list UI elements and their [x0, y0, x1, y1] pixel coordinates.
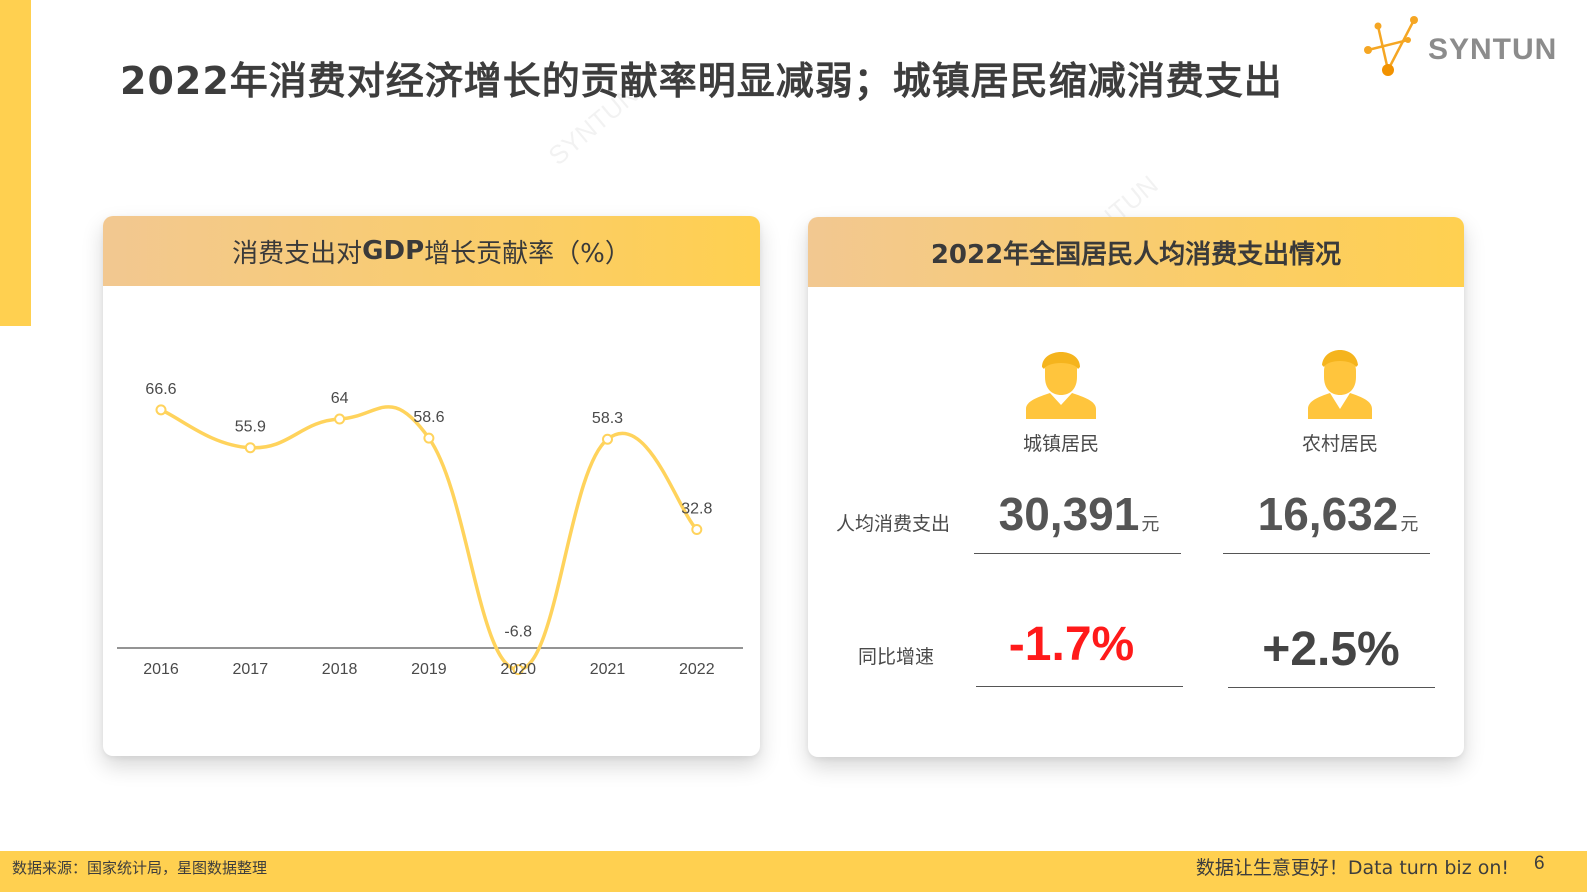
x-tick-label: 2016 — [143, 661, 179, 678]
rural-spending-underline — [1223, 553, 1430, 554]
rural-spending-value: 16,632 元 — [1233, 487, 1443, 541]
data-label: -6.8 — [504, 624, 532, 641]
data-point — [602, 433, 613, 445]
x-tick-label: 2021 — [590, 661, 626, 678]
data-label: 55.9 — [235, 419, 266, 436]
panel-header: 消费支出对 GDP 增长贡献率（%） — [103, 216, 760, 286]
data-label: 58.6 — [413, 409, 444, 426]
slogan: 数据让生意更好！Data turn biz on! — [1195, 857, 1509, 879]
gdp-contribution-panel: 消费支出对 GDP 增长贡献率（%） 66.6 2016 55.9 2017 64 2018 5… — [103, 216, 760, 756]
x-tick-label: 2019 — [411, 661, 447, 678]
data-source: 数据来源：国家统计局，星图数据整理 — [12, 859, 268, 877]
x-tick-label: 2022 — [679, 661, 715, 678]
urban-column-label: 城镇居民 — [1022, 433, 1099, 455]
panel-header: 2022年全国居民人均消费支出情况 — [808, 217, 1464, 287]
x-tick-label: 2020 — [500, 661, 536, 678]
panel-title-gdp: GDP — [362, 236, 425, 266]
panel-title: 2022年全国居民人均消费支出情况 — [930, 239, 1342, 270]
urban-spending-value: 30,391 元 — [974, 487, 1184, 541]
logo-text: SYNTUN — [1428, 33, 1558, 66]
x-tick-label: 2017 — [233, 661, 269, 678]
urban-resident-icon — [1026, 352, 1096, 419]
data-label: 32.8 — [681, 500, 712, 517]
data-label: 58.3 — [592, 410, 623, 427]
left-accent-bar — [0, 0, 31, 326]
growth-row-label: 同比增速 — [858, 646, 935, 668]
data-point — [244, 442, 256, 454]
rural-growth-underline — [1228, 687, 1435, 688]
panel-title-suffix: 增长贡献率（%） — [424, 238, 631, 269]
line-chart: 66.6 2016 55.9 2017 64 2018 58.6 2019 -6.8 2020 58… — [117, 381, 743, 678]
urban-growth-value: -1.7% — [1008, 618, 1135, 671]
data-label: 66.6 — [145, 381, 176, 398]
data-point — [155, 404, 167, 416]
data-point — [691, 523, 703, 535]
data-label: 64 — [331, 390, 349, 407]
urban-spending-number: 30,391 — [998, 488, 1140, 540]
data-point — [423, 432, 435, 444]
per-capita-spending-panel: 2022年全国居民人均消费支出情况 城镇居民 农村居民 人均消费支出 30,39… — [808, 217, 1464, 757]
page-title: 2022年消费对经济增长的贡献率明显减弱；城镇居民缩减消费支出 — [120, 59, 1283, 103]
series-line — [159, 405, 699, 672]
rural-column-label: 农村居民 — [1301, 433, 1378, 455]
x-tick-label: 2018 — [322, 661, 358, 678]
urban-growth-underline — [976, 686, 1183, 687]
urban-spending-underline — [974, 553, 1181, 554]
rural-resident-icon — [1308, 350, 1372, 419]
rural-spending-unit: 元 — [1400, 514, 1419, 535]
urban-spending-unit: 元 — [1141, 514, 1160, 535]
data-point — [334, 413, 346, 425]
rural-growth-value: +2.5% — [1262, 623, 1400, 676]
rural-spending-number: 16,632 — [1257, 488, 1399, 540]
page-number: 6 — [1534, 853, 1545, 874]
spending-row-label: 人均消费支出 — [836, 513, 951, 535]
panel-title-prefix: 消费支出对 — [232, 238, 363, 269]
